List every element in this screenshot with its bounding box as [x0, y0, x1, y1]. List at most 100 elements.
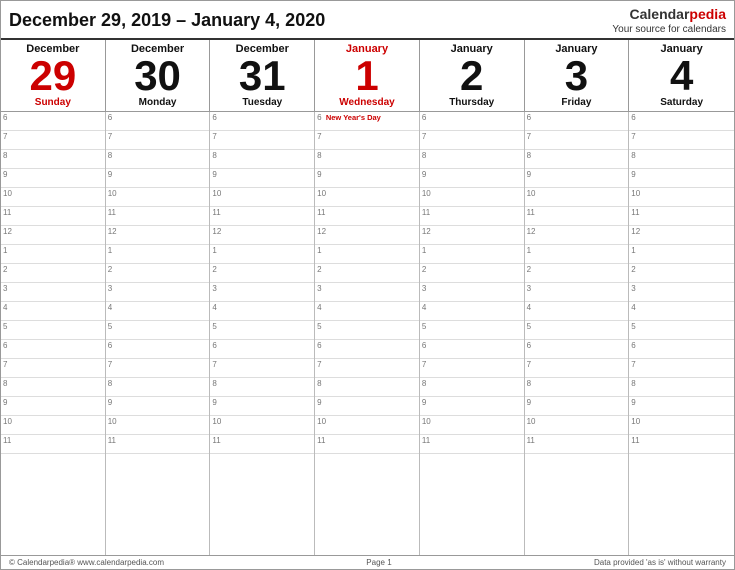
time-slot-d5-s13: 7: [525, 359, 629, 378]
slot-number-d6-s5: 11: [631, 208, 639, 217]
time-slot-d4-s4: 10: [420, 188, 524, 207]
calendar-footer: © Calendarpedia® www.calendarpedia.com P…: [1, 555, 734, 569]
slot-number-d1-s7: 1: [108, 246, 112, 255]
slot-number-d2-s0: 6: [212, 113, 216, 122]
slot-number-d6-s1: 7: [631, 132, 635, 141]
slot-number-d2-s15: 9: [212, 398, 216, 407]
time-grid: 6789101112123456789101167891011121234567…: [1, 112, 734, 555]
day-name-1: Monday: [110, 97, 206, 108]
slot-number-d4-s5: 11: [422, 208, 430, 217]
time-slot-d4-s2: 8: [420, 150, 524, 169]
slot-number-d1-s8: 2: [108, 265, 112, 274]
slot-number-d3-s10: 4: [317, 303, 321, 312]
time-slot-d0-s9: 3: [1, 283, 105, 302]
slot-number-d2-s12: 6: [212, 341, 216, 350]
slot-number-d6-s6: 12: [631, 227, 640, 236]
time-slot-d0-s0: 6: [1, 112, 105, 131]
slot-number-d1-s1: 7: [108, 132, 112, 141]
slot-number-d5-s7: 1: [527, 246, 531, 255]
slot-number-d5-s3: 9: [527, 170, 531, 179]
time-slot-d4-s9: 3: [420, 283, 524, 302]
day-name-0: Sunday: [5, 97, 101, 108]
slot-number-d4-s1: 7: [422, 132, 426, 141]
time-slot-d6-s11: 5: [629, 321, 734, 340]
time-slot-d1-s2: 8: [106, 150, 210, 169]
slot-number-d5-s13: 7: [527, 360, 531, 369]
time-slot-d1-s17: 11: [106, 435, 210, 454]
time-slot-d1-s6: 12: [106, 226, 210, 245]
time-slot-d6-s1: 7: [629, 131, 734, 150]
time-slot-d1-s7: 1: [106, 245, 210, 264]
time-slot-d0-s17: 11: [1, 435, 105, 454]
time-slot-d0-s10: 4: [1, 302, 105, 321]
time-slot-d5-s11: 5: [525, 321, 629, 340]
time-slot-d3-s13: 7: [315, 359, 419, 378]
slot-number-d5-s0: 6: [527, 113, 531, 122]
time-slot-d2-s7: 1: [210, 245, 314, 264]
time-slot-d6-s6: 12: [629, 226, 734, 245]
time-slot-d5-s10: 4: [525, 302, 629, 321]
time-slot-d4-s3: 9: [420, 169, 524, 188]
time-slot-d2-s4: 10: [210, 188, 314, 207]
slot-number-d2-s13: 7: [212, 360, 216, 369]
slot-number-d3-s15: 9: [317, 398, 321, 407]
time-slot-d6-s3: 9: [629, 169, 734, 188]
time-slot-d2-s5: 11: [210, 207, 314, 226]
slot-number-d5-s10: 4: [527, 303, 531, 312]
time-slot-d0-s3: 9: [1, 169, 105, 188]
time-slot-d5-s0: 6: [525, 112, 629, 131]
slot-number-d4-s14: 8: [422, 379, 426, 388]
day-number-3: 1: [319, 55, 415, 97]
slot-number-d1-s6: 12: [108, 227, 117, 236]
slot-number-d0-s16: 10: [3, 417, 12, 426]
day-column-0: 67891011121234567891011: [1, 112, 106, 555]
day-column-3: 6 New Year's Day7891011121234567891011: [315, 112, 420, 555]
slot-number-d6-s9: 3: [631, 284, 635, 293]
time-slot-d3-s16: 10: [315, 416, 419, 435]
time-slot-d2-s16: 10: [210, 416, 314, 435]
time-slot-d1-s4: 10: [106, 188, 210, 207]
time-slot-d3-s1: 7: [315, 131, 419, 150]
slot-number-d2-s8: 2: [212, 265, 216, 274]
slot-number-d1-s16: 10: [108, 417, 117, 426]
slot-number-d5-s8: 2: [527, 265, 531, 274]
slot-number-d1-s12: 6: [108, 341, 112, 350]
day-number-2: 31: [214, 55, 310, 97]
time-slot-d5-s5: 11: [525, 207, 629, 226]
slot-number-d1-s11: 5: [108, 322, 112, 331]
time-slot-d0-s6: 12: [1, 226, 105, 245]
time-slot-d5-s1: 7: [525, 131, 629, 150]
time-slot-d4-s0: 6: [420, 112, 524, 131]
slot-number-d1-s17: 11: [108, 436, 116, 445]
time-slot-d1-s1: 7: [106, 131, 210, 150]
time-slot-d2-s11: 5: [210, 321, 314, 340]
time-slot-d0-s5: 11: [1, 207, 105, 226]
slot-number-d0-s7: 1: [3, 246, 7, 255]
slot-number-d3-s7: 1: [317, 246, 321, 255]
time-slot-d5-s8: 2: [525, 264, 629, 283]
day-name-4: Thursday: [424, 97, 520, 108]
day-name-6: Saturday: [633, 97, 730, 108]
time-slot-d0-s12: 6: [1, 340, 105, 359]
slot-number-d0-s15: 9: [3, 398, 7, 407]
slot-number-d2-s2: 8: [212, 151, 216, 160]
slot-number-d4-s15: 9: [422, 398, 426, 407]
slot-number-d0-s11: 5: [3, 322, 7, 331]
slot-number-d6-s7: 1: [631, 246, 635, 255]
day-column-6: 67891011121234567891011: [629, 112, 734, 555]
time-slot-d3-s6: 12: [315, 226, 419, 245]
time-slot-d5-s16: 10: [525, 416, 629, 435]
slot-number-d0-s4: 10: [3, 189, 12, 198]
time-slot-d4-s15: 9: [420, 397, 524, 416]
slot-number-d2-s7: 1: [212, 246, 216, 255]
slot-number-d5-s11: 5: [527, 322, 531, 331]
day-column-2: 67891011121234567891011: [210, 112, 315, 555]
time-slot-d0-s14: 8: [1, 378, 105, 397]
time-slot-d0-s13: 7: [1, 359, 105, 378]
slot-number-d1-s0: 6: [108, 113, 112, 122]
time-slot-d1-s12: 6: [106, 340, 210, 359]
time-slot-d3-s5: 11: [315, 207, 419, 226]
time-slot-d1-s11: 5: [106, 321, 210, 340]
time-slot-d6-s16: 10: [629, 416, 734, 435]
slot-number-d2-s14: 8: [212, 379, 216, 388]
